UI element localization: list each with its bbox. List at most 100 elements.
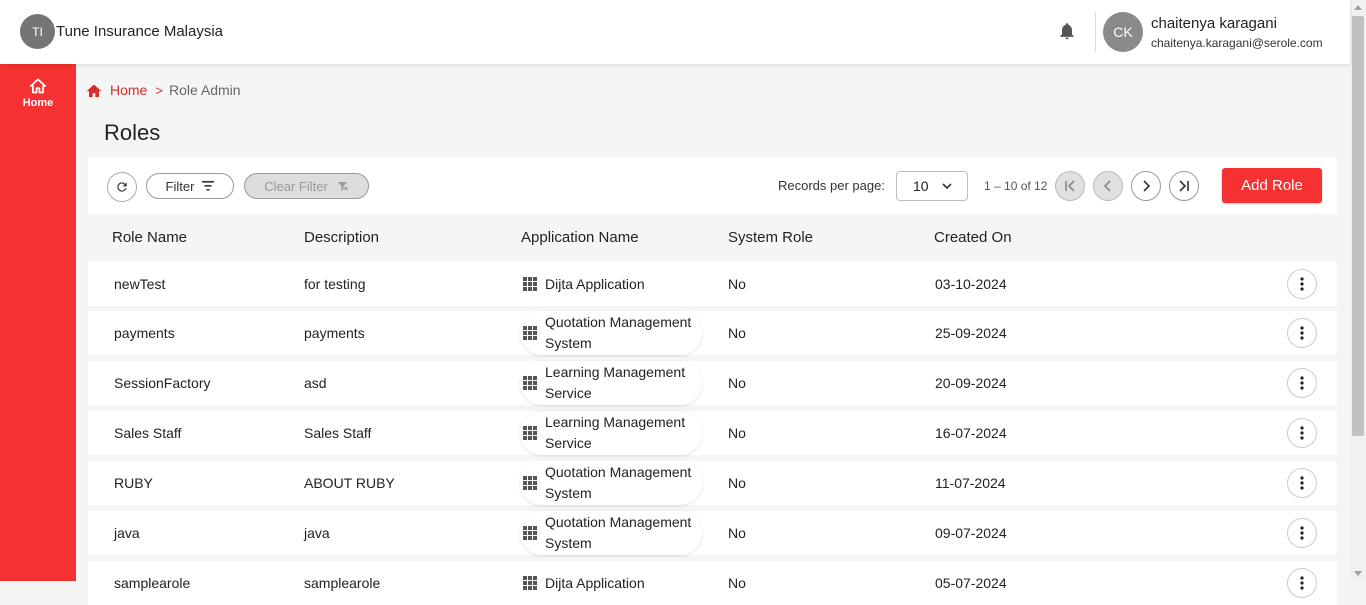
cell-system-role: No (728, 575, 746, 591)
app-grid-icon (523, 426, 537, 440)
cell-description: samplearole (304, 575, 381, 591)
filter-lines-icon (202, 181, 215, 191)
cell-system-role: No (728, 525, 746, 541)
add-role-button[interactable]: Add Role (1222, 168, 1322, 203)
more-vertical-icon (1300, 576, 1304, 590)
cell-role-name: SessionFactory (114, 375, 211, 391)
app-grid-icon (523, 376, 537, 390)
row-actions-button[interactable] (1287, 368, 1317, 398)
chevron-right-icon (1143, 180, 1151, 192)
app-grid-icon (523, 277, 537, 291)
cell-system-role: No (728, 475, 746, 491)
column-header-description: Description (304, 229, 380, 246)
table-row[interactable]: SessionFactory asd Learning Management Ser… (88, 361, 1337, 405)
application-name-text: Learning Management Service (545, 414, 686, 451)
cell-role-name: java (114, 525, 140, 541)
chevron-down-icon (942, 183, 952, 190)
app-grid-icon (523, 576, 537, 590)
cell-application-name: Learning Management Service (520, 411, 702, 455)
app-grid-icon (523, 526, 537, 540)
cell-application-name: Quotation Management System (520, 511, 702, 555)
breadcrumb-home-link[interactable]: Home (110, 82, 147, 98)
row-actions-button[interactable] (1287, 318, 1317, 348)
scrollbar-thumb[interactable] (1352, 16, 1364, 436)
page-title: Roles (104, 120, 161, 145)
row-actions-button[interactable] (1287, 269, 1317, 299)
column-header-created-on: Created On (934, 229, 1012, 246)
scroll-down-arrow-icon[interactable] (1354, 571, 1362, 576)
cell-role-name: RUBY (114, 475, 153, 491)
clear-filter-label: Clear Filter (264, 178, 328, 194)
scroll-up-arrow-icon[interactable] (1354, 5, 1362, 10)
first-page-button[interactable] (1055, 171, 1085, 201)
filter-off-icon (337, 182, 348, 191)
more-vertical-icon (1300, 376, 1304, 390)
cell-application-name: Quotation Management System (520, 461, 702, 505)
cell-system-role: No (728, 276, 746, 292)
user-name: chaitenya karagani (1151, 15, 1277, 32)
column-header-role-name: Role Name (112, 229, 188, 246)
application-name-text: Quotation Management System (545, 464, 692, 501)
row-actions-button[interactable] (1287, 518, 1317, 548)
org-name: Tune Insurance Malaysia (56, 23, 224, 40)
more-vertical-icon (1300, 526, 1304, 540)
more-vertical-icon (1300, 426, 1304, 440)
table-row[interactable]: RUBY ABOUT RUBY Quotation Management Syste… (88, 461, 1337, 505)
app-grid-icon (523, 476, 537, 490)
column-header-system-role: System Role (728, 229, 814, 246)
clear-filter-button[interactable]: Clear Filter (244, 173, 369, 199)
filter-button[interactable]: Filter (146, 173, 234, 199)
user-avatar[interactable]: CK (1103, 12, 1143, 52)
home-icon (29, 78, 47, 94)
table-toolbar: Filter Clear Filter Records per page: 10… (88, 158, 1337, 214)
cell-created-on: 16-07-2024 (935, 425, 1007, 441)
filter-button-label: Filter (165, 178, 195, 194)
cell-description: for testing (304, 276, 366, 292)
breadcrumb-current: Role Admin (168, 82, 241, 98)
sidebar-item-home[interactable]: Home (0, 78, 76, 118)
breadcrumb: Home > Role Admin (86, 82, 241, 98)
last-page-icon (1179, 180, 1189, 192)
table-row[interactable]: newTest for testing Dijta Application No 03-… (88, 262, 1337, 306)
first-page-icon (1065, 180, 1075, 192)
pagination-range: 1 – 10 of 12 (984, 179, 1048, 193)
row-actions-button[interactable] (1287, 568, 1317, 598)
sidebar: Home (0, 64, 76, 581)
previous-page-button[interactable] (1093, 171, 1123, 201)
cell-created-on: 25-09-2024 (935, 325, 1007, 341)
cell-role-name: Sales Staff (114, 425, 182, 441)
refresh-button[interactable] (107, 172, 137, 202)
table-row[interactable]: payments payments Quotation Management Sys… (88, 311, 1337, 355)
sidebar-item-label: Home (22, 97, 54, 109)
cell-role-name: samplearole (114, 575, 191, 591)
application-name-text: Dijta Application (545, 275, 645, 292)
last-page-button[interactable] (1169, 171, 1199, 201)
table-row[interactable]: Sales Staff Sales Staff Learning Managemen… (88, 411, 1337, 455)
vertical-scrollbar[interactable] (1350, 0, 1366, 581)
application-name-text: Dijta Application (545, 574, 645, 591)
records-per-page-value: 10 (913, 178, 929, 194)
app-header: TI Tune Insurance Malaysia CK chaitenya … (0, 0, 1350, 64)
column-header-application-name: Application Name (521, 229, 639, 246)
cell-description: payments (304, 325, 365, 341)
notification-bell-icon[interactable] (1057, 20, 1077, 42)
refresh-icon (117, 182, 127, 192)
application-name-text: Learning Management Service (545, 364, 686, 401)
cell-description: java (304, 525, 330, 541)
org-avatar[interactable]: TI (20, 14, 55, 49)
cell-created-on: 20-09-2024 (935, 375, 1007, 391)
cell-created-on: 11-07-2024 (935, 475, 1006, 491)
home-icon[interactable] (86, 83, 102, 98)
row-actions-button[interactable] (1287, 468, 1317, 498)
cell-application-name: Learning Management Service (520, 361, 702, 405)
cell-system-role: No (728, 375, 746, 391)
table-row[interactable]: java java Quotation Management System No 09-… (88, 511, 1337, 555)
records-per-page-select[interactable]: 10 (896, 171, 968, 201)
next-page-button[interactable] (1131, 171, 1161, 201)
more-vertical-icon (1300, 476, 1304, 490)
table-row[interactable]: samplearole samplearole Dijta Application N… (88, 561, 1337, 605)
application-name-text: Quotation Management System (545, 514, 692, 551)
row-actions-button[interactable] (1287, 418, 1317, 448)
breadcrumb-separator: > (155, 82, 163, 98)
cell-application-name: Dijta Application (520, 262, 702, 306)
